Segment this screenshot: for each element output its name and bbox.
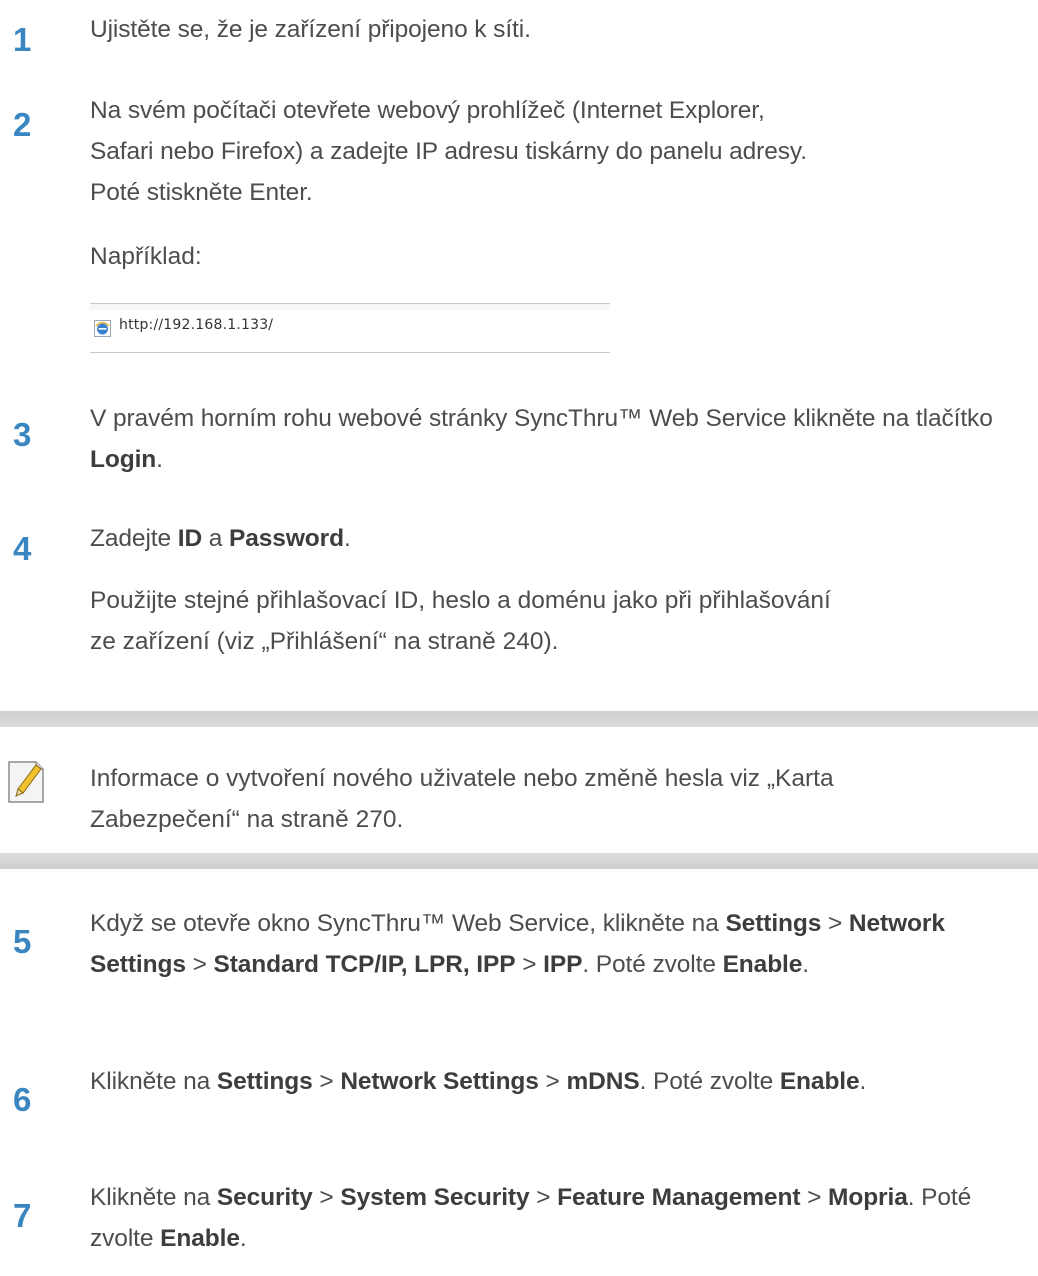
text-run: .	[343, 525, 351, 552]
step-text: Klikněte na Settings > Network Settings …	[90, 1061, 1020, 1102]
text-run: Klikněte na	[90, 1184, 217, 1211]
step-number: 5	[13, 923, 32, 960]
ui-term: Feature Management	[557, 1184, 801, 1211]
step-text: Ujistěte se, že je zařízení připojeno k …	[90, 16, 531, 43]
text-run: V pravém horním rohu webové stránky Sync…	[90, 405, 993, 432]
step-number: 4	[13, 530, 32, 567]
ui-term: Standard TCP/IP, LPR, IPP	[213, 951, 516, 978]
text-run: >	[312, 1184, 341, 1211]
text-run: .	[859, 1068, 867, 1095]
step-text: Klikněte na Security > System Security >…	[90, 1177, 1038, 1259]
example-label: Například:	[90, 243, 202, 270]
step-text-line: Safari nebo Firefox) a zadejte IP adresu…	[90, 138, 807, 165]
step-number: 3	[13, 416, 32, 453]
step-text: Když se otevře okno SyncThru™ Web Servic…	[90, 903, 1038, 985]
step-text-line: Použijte stejné přihlašovací ID, heslo a…	[90, 587, 831, 614]
ui-term: Settings	[725, 910, 822, 937]
ui-term: Enable	[722, 951, 803, 978]
step-text-line: ze zařízení (viz „Přihlášení“ na straně …	[90, 628, 559, 655]
step-text-line: Na svém počítači otevřete webový prohlíž…	[90, 97, 765, 124]
note-box: Informace o vytvoření nového uživatele n…	[0, 711, 1038, 869]
step-number: 2	[13, 106, 32, 143]
text-run: Zadejte	[90, 525, 178, 552]
text-run: . Poté zvolte	[639, 1068, 780, 1095]
step-number: 6	[13, 1081, 32, 1118]
text-run: Klikněte na	[90, 1068, 217, 1095]
ui-term: mDNS	[566, 1068, 640, 1095]
ui-term: Password	[229, 525, 344, 552]
note-text-line: Zabezpečení“ na straně 270.	[90, 806, 404, 833]
step-subtext: Použijte stejné přihlašovací ID, heslo a…	[90, 580, 1038, 662]
text-run: >	[529, 1184, 558, 1211]
text-run: .	[802, 951, 810, 978]
step-text-line: Poté stiskněte Enter.	[90, 179, 313, 206]
text-run: a	[202, 525, 229, 552]
step-text: Na svém počítači otevřete webový prohlíž…	[90, 90, 1038, 213]
text-run: Když se otevře okno SyncThru™ Web Servic…	[90, 910, 726, 937]
ui-term: System Security	[340, 1184, 530, 1211]
ui-term: Login	[90, 446, 157, 473]
text-run: >	[538, 1068, 567, 1095]
step-text: Zadejte ID a Password.	[90, 518, 1038, 559]
note-pencil-icon	[8, 761, 44, 803]
text-run: >	[821, 910, 849, 937]
text-run: >	[185, 951, 214, 978]
ie-browser-icon	[94, 320, 111, 337]
ui-term: Security	[216, 1184, 313, 1211]
text-run: .	[239, 1225, 247, 1252]
text-run: . Poté zvolte	[582, 951, 723, 978]
step-text: V pravém horním rohu webové stránky Sync…	[90, 398, 1015, 480]
step-number: 1	[13, 21, 32, 58]
address-url: http://192.168.1.133/	[119, 317, 274, 333]
note-top-bar	[0, 711, 1038, 727]
ui-term: Enable	[160, 1225, 240, 1252]
step-number: 7	[13, 1197, 32, 1234]
text-run: >	[800, 1184, 829, 1211]
text-run: .	[156, 446, 163, 473]
ui-term: Mopria	[828, 1184, 908, 1211]
text-run: >	[515, 951, 544, 978]
ui-term: Network Settings	[340, 1068, 539, 1095]
ui-term: IPP	[543, 951, 583, 978]
text-run: >	[312, 1068, 341, 1095]
ui-term: Enable	[779, 1068, 860, 1095]
ui-term: ID	[177, 525, 203, 552]
note-text: Informace o vytvoření nového uživatele n…	[90, 758, 1038, 840]
browser-address-bar: http://192.168.1.133/	[90, 303, 610, 353]
note-bottom-bar	[0, 853, 1038, 869]
note-text-line: Informace o vytvoření nového uživatele n…	[90, 765, 834, 792]
ui-term: Settings	[216, 1068, 313, 1095]
